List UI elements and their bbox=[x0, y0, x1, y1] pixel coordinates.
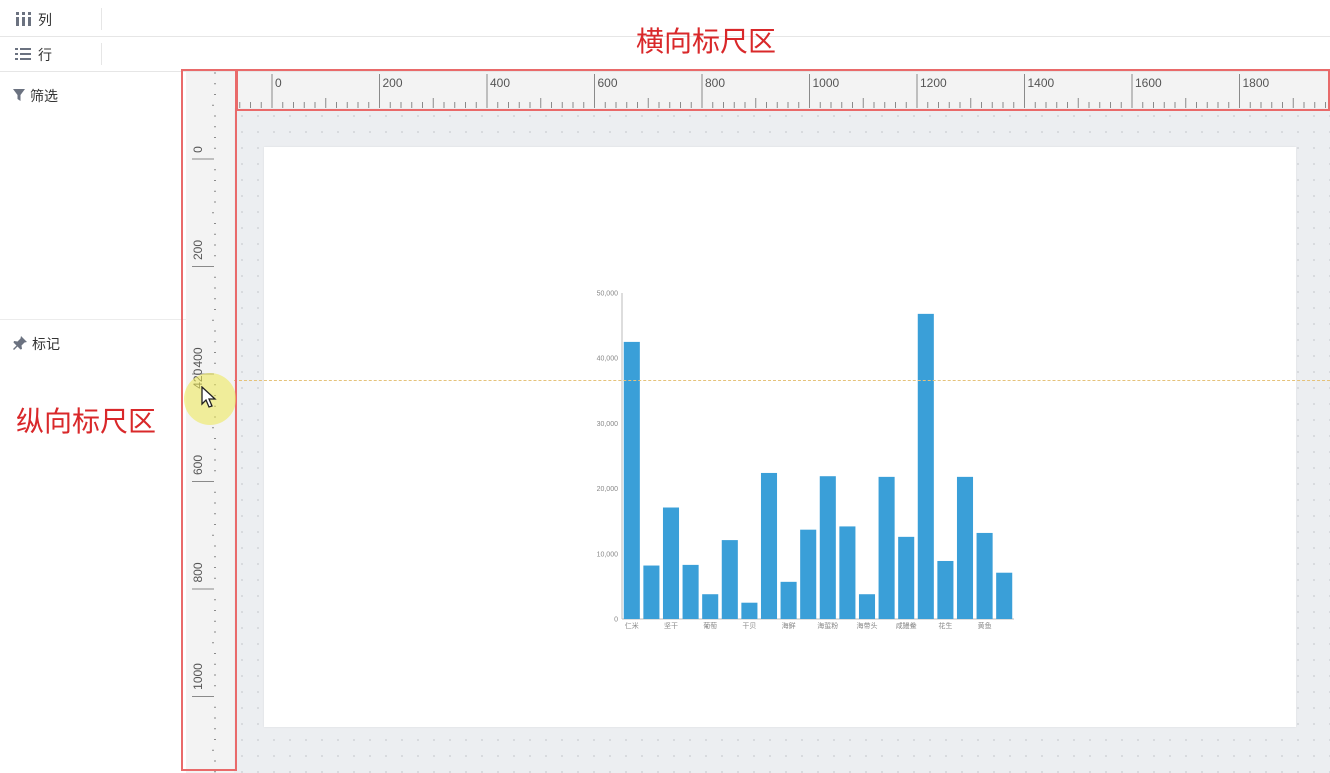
shelf-divider bbox=[101, 8, 102, 30]
x-tick-label: 海蜇粉 bbox=[817, 621, 838, 630]
bar bbox=[858, 594, 876, 619]
filter-icon bbox=[12, 88, 26, 105]
bar bbox=[956, 476, 974, 619]
bar bbox=[800, 529, 817, 619]
bar bbox=[917, 313, 934, 619]
bar bbox=[937, 560, 954, 619]
vertical-ruler-annotation: 纵向标尺区 bbox=[16, 405, 157, 438]
shelf-divider bbox=[101, 43, 102, 65]
y-tick-label: 40,000 bbox=[597, 356, 619, 363]
x-tick-label: 海鲜 bbox=[782, 621, 796, 630]
rows-icon bbox=[14, 47, 32, 64]
bar bbox=[760, 472, 778, 619]
bar bbox=[819, 476, 836, 619]
x-tick-label: 葡萄 bbox=[703, 621, 717, 630]
filter-label: 筛选 bbox=[30, 88, 58, 104]
x-tick-label: 海带头 bbox=[857, 621, 878, 630]
mouse-cursor-icon bbox=[201, 385, 217, 415]
y-tick-label: 10,000 bbox=[597, 551, 619, 558]
y-tick-label: 30,000 bbox=[597, 421, 619, 428]
y-tick-label: 50,000 bbox=[597, 291, 619, 298]
bar bbox=[623, 341, 640, 619]
bar bbox=[839, 526, 856, 619]
x-tick-label: 黄鱼 bbox=[978, 621, 992, 630]
bar-chart[interactable]: 0 10,000 20,000 30,000 40,000 50,000 仁米 坚干 葡萄 干贝 海… bbox=[264, 147, 1296, 727]
bar bbox=[721, 540, 738, 619]
bar bbox=[643, 565, 660, 619]
x-tick-label: 花生 bbox=[938, 621, 952, 630]
columns-shelf-label: 列 bbox=[14, 10, 52, 30]
horizontal-ruler-annotation: 横向标尺区 bbox=[636, 25, 777, 58]
x-tick-label: 干贝 bbox=[742, 622, 756, 630]
bar bbox=[898, 536, 915, 619]
bar bbox=[780, 581, 797, 619]
x-tick-label: 仁米 bbox=[625, 621, 639, 630]
x-tick-label: 咸鳗鲞 bbox=[896, 621, 917, 630]
y-tick-label: 0 bbox=[614, 617, 618, 624]
columns-label: 列 bbox=[38, 12, 52, 28]
horizontal-ruler-highlight bbox=[236, 69, 1330, 111]
rows-shelf-label: 行 bbox=[14, 45, 52, 65]
bar bbox=[741, 602, 758, 619]
bar bbox=[682, 564, 699, 619]
bar bbox=[662, 507, 680, 619]
dashboard-sheet[interactable]: 0 10,000 20,000 30,000 40,000 50,000 仁米 坚干 葡萄 干贝 海… bbox=[264, 147, 1296, 727]
marks-panel-title[interactable]: 标记 bbox=[12, 334, 60, 354]
panel-divider bbox=[0, 319, 186, 320]
bar bbox=[878, 476, 895, 619]
ruler-guide-line[interactable] bbox=[234, 380, 1330, 381]
bar bbox=[976, 532, 993, 619]
bar bbox=[996, 572, 1013, 619]
marks-label: 标记 bbox=[32, 336, 60, 352]
filter-panel-title[interactable]: 筛选 bbox=[12, 86, 58, 106]
rows-label: 行 bbox=[38, 47, 52, 63]
x-tick-label: 坚干 bbox=[664, 621, 678, 630]
columns-icon bbox=[14, 11, 32, 29]
y-tick-label: 20,000 bbox=[597, 486, 619, 493]
bar bbox=[702, 594, 719, 619]
pin-icon bbox=[12, 335, 28, 354]
